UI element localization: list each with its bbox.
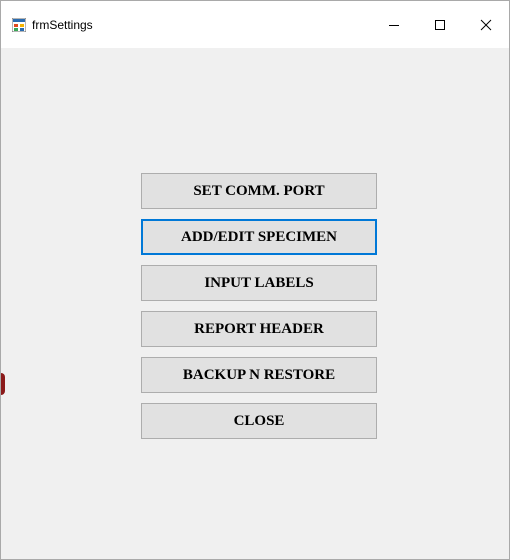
minimize-icon	[388, 19, 400, 31]
add-edit-specimen-button[interactable]: ADD/EDIT SPECIMEN	[141, 219, 377, 255]
title-bar[interactable]: frmSettings	[1, 1, 509, 48]
backup-restore-button[interactable]: BACKUP N RESTORE	[141, 357, 377, 393]
windows-form-icon	[11, 17, 27, 33]
minimize-button[interactable]	[371, 1, 417, 48]
set-comm-port-button[interactable]: SET COMM. PORT	[141, 173, 377, 209]
input-labels-button[interactable]: INPUT LABELS	[141, 265, 377, 301]
edge-marker	[1, 373, 5, 395]
close-icon	[480, 19, 492, 31]
close-button[interactable]: CLOSE	[141, 403, 377, 439]
settings-window: frmSettings SET COMM. PORT ADD/EDIT SPEC…	[0, 0, 510, 560]
maximize-icon	[434, 19, 446, 31]
window-title: frmSettings	[32, 18, 93, 32]
maximize-button[interactable]	[417, 1, 463, 48]
report-header-button[interactable]: REPORT HEADER	[141, 311, 377, 347]
close-window-button[interactable]	[463, 1, 509, 48]
form-client-area: SET COMM. PORT ADD/EDIT SPECIMEN INPUT L…	[1, 48, 509, 559]
